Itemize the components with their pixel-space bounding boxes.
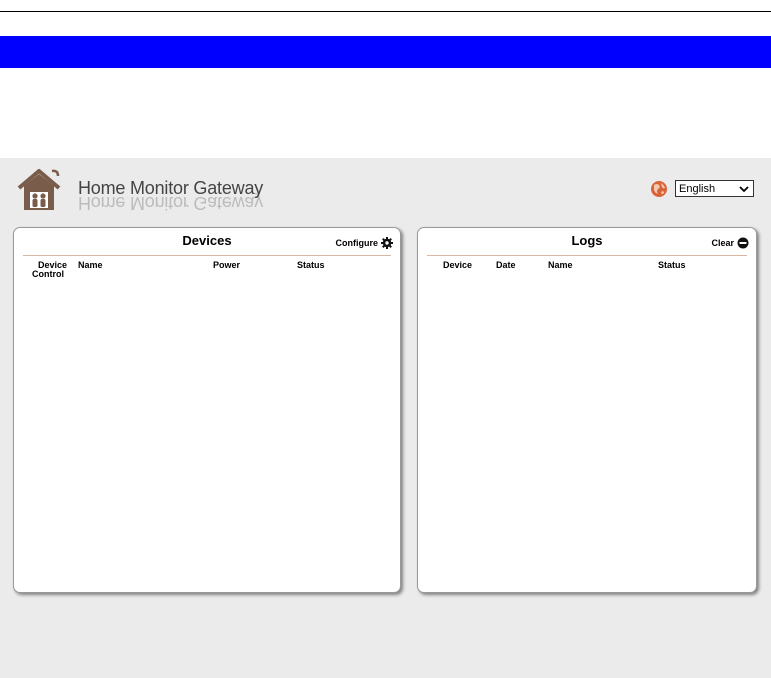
configure-button-label: Configure	[335, 238, 379, 248]
blue-banner	[0, 36, 771, 68]
clear-button[interactable]: Clear	[711, 237, 749, 249]
column-header-name: Name	[548, 260, 573, 270]
logs-panel: Logs Clear Device Date Name Status	[417, 227, 757, 593]
minus-circle-icon	[737, 237, 749, 249]
column-header-power: Power	[213, 260, 241, 270]
top-rule	[0, 11, 771, 12]
devices-panel: Devices Configure Device Control Name Po…	[13, 227, 401, 593]
app-window: Home Monitor Gateway Home Monitor Gatewa…	[0, 158, 771, 678]
language-select-value: English	[679, 182, 716, 195]
house-icon	[17, 169, 61, 210]
column-header-status: Status	[297, 260, 325, 270]
configure-button[interactable]: Configure	[335, 237, 393, 249]
logs-panel-divider	[427, 255, 747, 256]
column-header-date: Date	[496, 260, 516, 270]
clear-button-label: Clear	[711, 238, 734, 248]
globe-icon	[651, 181, 667, 197]
column-header-name: Name	[78, 260, 103, 270]
devices-panel-divider	[23, 255, 391, 256]
column-header-device-control: Device Control	[32, 260, 68, 279]
column-header-device: Device	[443, 260, 473, 270]
chevron-down-icon	[739, 185, 749, 192]
column-header-status: Status	[658, 260, 686, 270]
logs-panel-title: Logs	[571, 233, 603, 248]
gear-icon	[381, 237, 393, 249]
language-select[interactable]: English	[675, 180, 754, 197]
app-title: Home Monitor Gateway	[78, 178, 264, 198]
